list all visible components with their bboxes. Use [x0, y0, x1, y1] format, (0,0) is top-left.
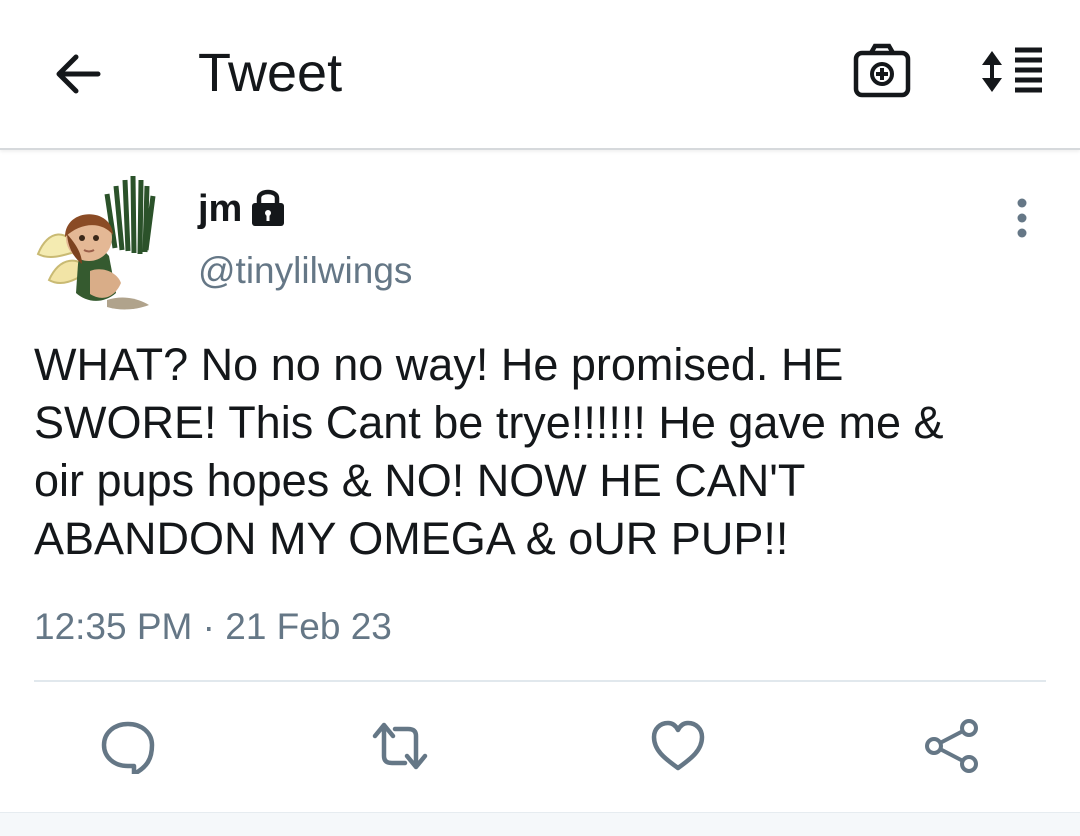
sort-lines-icon[interactable] — [972, 40, 1048, 104]
tweet-detail-screen: Tweet jm @tinylilwings WHAT? No no no wa… — [0, 0, 1080, 836]
heart-icon[interactable] — [648, 718, 708, 774]
tweet-text: WHAT? No no no way! He promised. HE SWOR… — [34, 339, 944, 564]
lock-icon — [248, 186, 288, 228]
user-handle[interactable]: @tinylilwings — [198, 248, 412, 294]
tweet-timestamp: 12:35 PM · 21 Feb 23 — [34, 606, 392, 647]
arrow-left-icon[interactable] — [48, 44, 108, 104]
avatar[interactable] — [34, 168, 158, 316]
reply-icon[interactable] — [98, 718, 158, 774]
more-vertical-icon[interactable] — [1004, 196, 1040, 240]
share-icon[interactable] — [922, 718, 982, 774]
bottom-edge — [0, 812, 1080, 836]
display-name[interactable]: jm — [198, 186, 242, 232]
divider — [34, 680, 1046, 682]
retweet-icon[interactable] — [370, 718, 430, 774]
page-title: Tweet — [198, 43, 343, 103]
camera-plus-icon[interactable] — [850, 40, 914, 104]
top-app-bar: Tweet — [0, 0, 1080, 150]
